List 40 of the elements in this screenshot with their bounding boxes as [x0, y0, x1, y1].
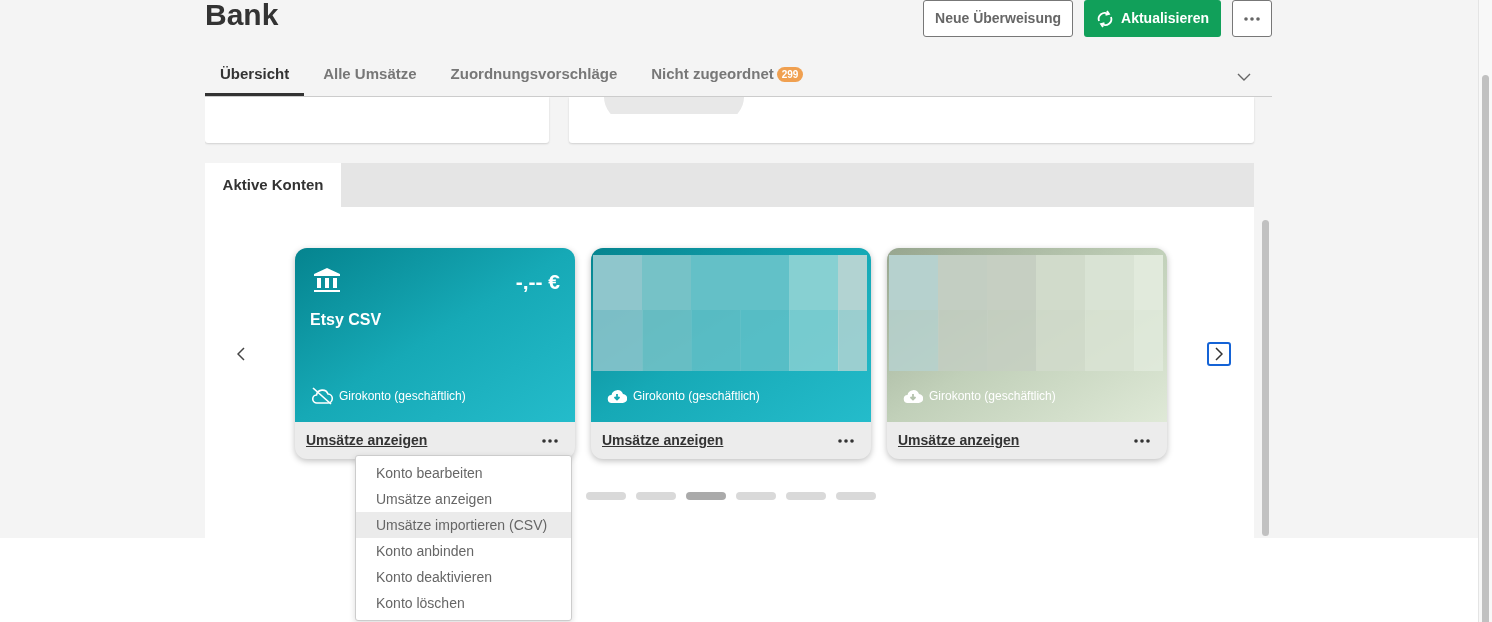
- menu-item[interactable]: Konto löschen: [356, 590, 571, 616]
- account-type: Girokonto (geschäftlich): [339, 388, 466, 405]
- page-indicator[interactable]: [636, 492, 676, 500]
- page-indicator[interactable]: [786, 492, 826, 500]
- menu-item[interactable]: Umsätze importieren (CSV): [356, 512, 571, 538]
- more-icon: [1134, 438, 1150, 443]
- menu-item[interactable]: Konto bearbeiten: [356, 460, 571, 486]
- next-button[interactable]: [1207, 341, 1231, 366]
- page-title: Bank: [205, 0, 279, 30]
- menu-item[interactable]: Konto anbinden: [356, 538, 571, 564]
- more-button[interactable]: [1232, 0, 1272, 37]
- tab[interactable]: Alle Umsätze: [308, 56, 432, 96]
- chevron-right-icon: [1215, 346, 1223, 361]
- chevron-left-icon: [237, 346, 245, 361]
- refresh-icon: [1096, 8, 1115, 29]
- page-indicator[interactable]: [586, 492, 626, 500]
- transactions-link[interactable]: Umsätze anzeigen: [602, 430, 724, 451]
- account-type: Girokonto (geschäftlich): [929, 388, 1056, 405]
- page-indicator[interactable]: [836, 492, 876, 500]
- transactions-link[interactable]: Umsätze anzeigen: [306, 430, 428, 451]
- more-icon: [1244, 16, 1260, 21]
- refresh-button[interactable]: Aktualisieren: [1084, 0, 1221, 37]
- page-indicator[interactable]: [736, 492, 776, 500]
- page-scrollbar[interactable]: [1478, 0, 1492, 622]
- page-indicator[interactable]: [686, 492, 726, 500]
- transactions-link[interactable]: Umsätze anzeigen: [898, 430, 1020, 451]
- panel-tab[interactable]: Aktive Konten: [205, 163, 341, 207]
- menu-item[interactable]: Umsätze anzeigen: [356, 486, 571, 512]
- count-badge: 299: [776, 67, 804, 82]
- chevron-down-icon[interactable]: [1237, 73, 1251, 81]
- account-type: Girokonto (geschäftlich): [633, 388, 760, 405]
- tab[interactable]: Zuordnungsvorschläge: [435, 56, 633, 96]
- new-transfer-button[interactable]: Neue Überweisung: [923, 0, 1074, 37]
- bank-icon: [313, 267, 341, 293]
- tab[interactable]: Nicht zugeordnet 299: [636, 56, 819, 96]
- more-icon: [838, 438, 854, 443]
- account-name: Etsy CSV: [310, 310, 382, 330]
- account-balance: -,-- €: [515, 269, 560, 295]
- menu-item[interactable]: Konto deaktivieren: [356, 564, 571, 590]
- more-icon: [542, 438, 558, 443]
